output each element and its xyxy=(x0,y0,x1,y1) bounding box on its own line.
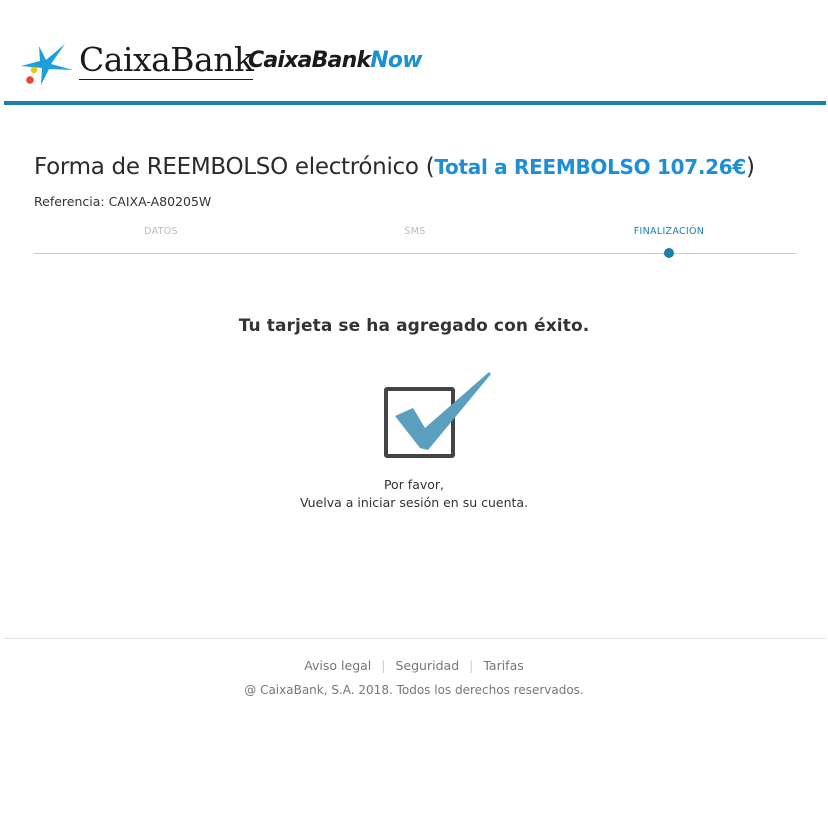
instruction-line-1: Por favor, xyxy=(383,477,445,492)
page-title: Forma de REEMBOLSO electrónico (Total a … xyxy=(34,154,755,180)
copyright: @ CaixaBank, S.A. 2018. Todos los derech… xyxy=(244,683,584,697)
reference-text: Referencia: CAIXA-A80205W xyxy=(34,194,212,209)
total-amount: Total a REEMBOLSO 107.26€ xyxy=(434,155,747,179)
step-datos: DATOS xyxy=(144,226,178,237)
page-title-text: Forma de REEMBOLSO electrónico xyxy=(34,154,419,180)
product-name-part2: Now xyxy=(370,48,422,73)
caixabank-logo[interactable]: CaixaBank xyxy=(19,40,254,86)
product-name-part1: CaixaBank xyxy=(248,48,371,73)
progress-line xyxy=(34,253,796,254)
footer-link-aviso-legal[interactable]: Aviso legal xyxy=(294,658,381,673)
footer-divider xyxy=(4,638,826,639)
brand-name: CaixaBank xyxy=(79,40,254,80)
progress-steps: DATOS SMS FINALIZACIÓN xyxy=(34,220,796,260)
product-name: CaixaBankNow xyxy=(248,48,423,73)
caixabank-star-icon xyxy=(21,44,73,85)
current-step-indicator xyxy=(664,248,674,258)
instruction-line-2: Vuelva a iniciar sesión en su cuenta. xyxy=(299,495,529,510)
step-sms: SMS xyxy=(404,226,426,237)
success-message: Tu tarjeta se ha agregado con éxito. xyxy=(238,316,590,336)
checkbox-checked-icon xyxy=(384,372,491,458)
footer-link-tarifas[interactable]: Tarifas xyxy=(473,658,533,673)
step-finalizacion: FINALIZACIÓN xyxy=(633,226,705,237)
footer-link-seguridad[interactable]: Seguridad xyxy=(386,658,470,673)
instruction-message: Por favor, Vuelva a iniciar sesión en su… xyxy=(0,476,828,512)
site-header: CaixaBank CaixaBankNow xyxy=(4,0,826,105)
footer-links: Aviso legal | Seguridad | Tarifas xyxy=(0,658,828,673)
